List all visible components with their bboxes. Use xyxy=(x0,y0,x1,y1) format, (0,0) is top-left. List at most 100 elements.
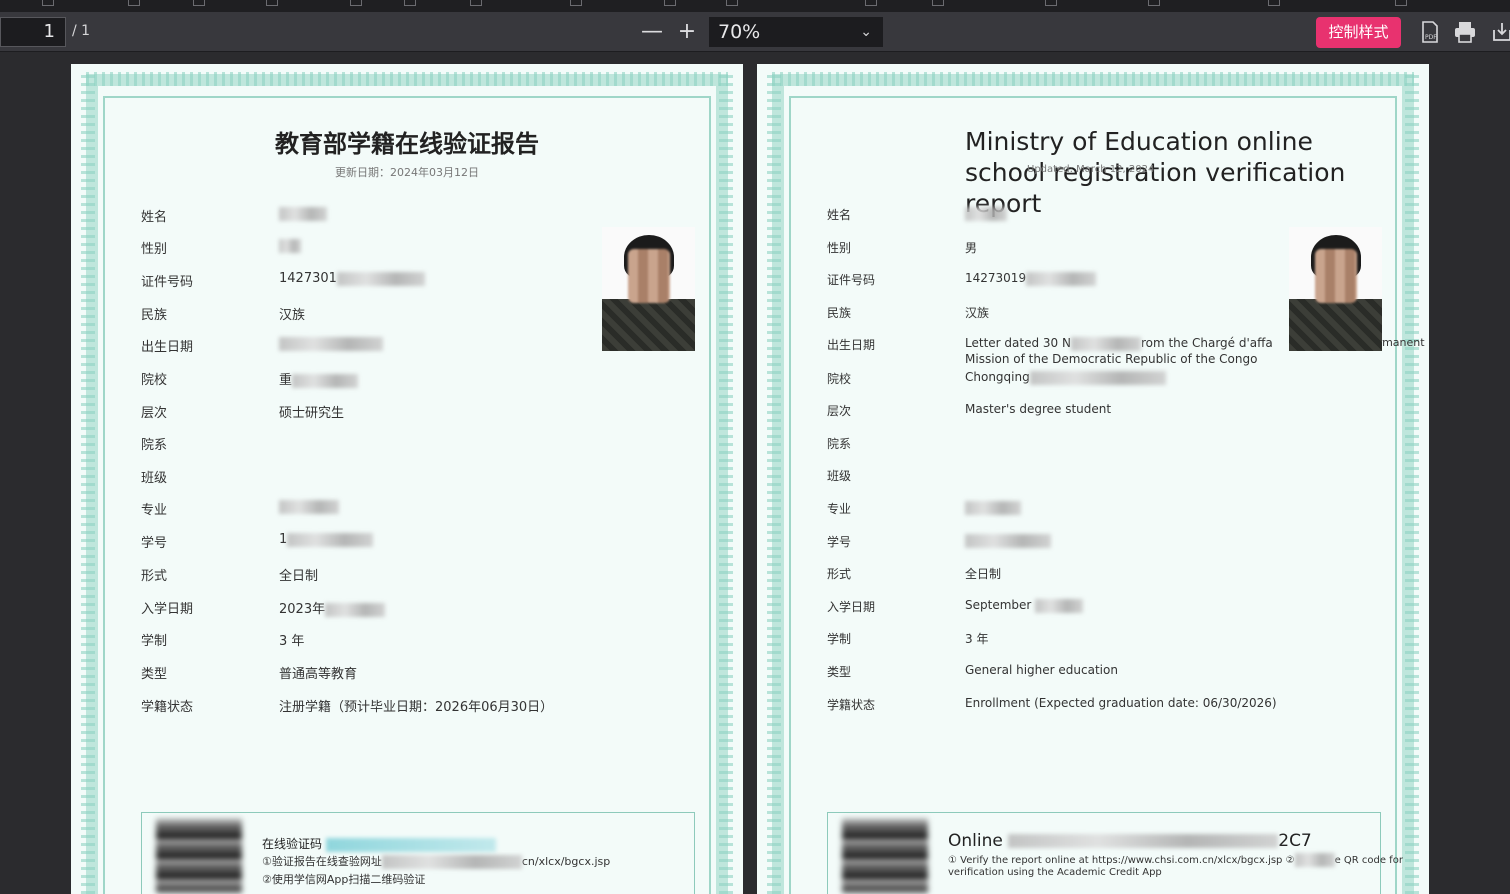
field-value: 2023年 xyxy=(279,598,386,617)
field-label: 入学日期 xyxy=(141,602,194,617)
field-value xyxy=(279,499,339,514)
print-icon[interactable] xyxy=(1453,20,1477,44)
download-icon[interactable] xyxy=(1490,20,1510,44)
field-row: 院系 xyxy=(827,435,1387,455)
field-value xyxy=(965,500,1021,515)
tab-stub[interactable] xyxy=(404,0,416,6)
field-value xyxy=(279,336,383,351)
field-row: 入学日期 2023年 xyxy=(141,598,701,618)
tab-stub[interactable] xyxy=(266,0,278,6)
svg-text:PDF: PDF xyxy=(1425,34,1437,41)
tab-stub[interactable] xyxy=(1395,0,1407,6)
tab-stub[interactable] xyxy=(193,0,205,6)
field-label: 形式 xyxy=(141,569,168,584)
tab-stub[interactable] xyxy=(865,0,877,6)
field-label: 学籍状态 xyxy=(141,700,194,715)
tab-stub[interactable] xyxy=(1045,0,1057,6)
field-value xyxy=(965,206,1007,221)
tab-stub[interactable] xyxy=(470,0,482,6)
field-value: 全日制 xyxy=(965,567,1002,581)
tab-stub[interactable] xyxy=(570,0,582,6)
field-value xyxy=(279,206,327,221)
zoom-out-button[interactable]: — xyxy=(638,18,666,46)
student-photo xyxy=(1289,227,1382,351)
field-row: 类型 普通高等教育 xyxy=(141,663,701,683)
field-row: 院校 Chongqing xyxy=(827,370,1387,390)
field-label: 姓名 xyxy=(827,208,852,222)
field-row: 学籍状态 Enrollment (Expected graduation date… xyxy=(827,696,1387,716)
field-value: Letter dated 30 N rom the Chargé d'affa xyxy=(965,336,1273,351)
field-label: 民族 xyxy=(141,308,168,323)
report-page-en: Ministry of Education online school regi… xyxy=(757,64,1429,894)
zoom-value: 70% xyxy=(718,21,761,43)
tab-stub[interactable] xyxy=(42,0,54,6)
page-number-input[interactable]: 1 xyxy=(0,17,66,47)
zoom-in-button[interactable]: + xyxy=(673,18,701,46)
tab-stub[interactable] xyxy=(1148,0,1160,6)
verify-url-line: ①验证报告在线查验网址 cn/xlcx/bgcx.jsp xyxy=(262,853,610,869)
field-value-text: 14273019 xyxy=(965,271,1027,285)
decorative-border xyxy=(767,74,781,894)
field-label: 班级 xyxy=(827,469,852,483)
control-style-button[interactable]: 控制样式 xyxy=(1316,17,1401,48)
verify-app-line: verification using the Academic Credit A… xyxy=(948,867,1162,878)
verification-footer: Online 2C7 ① Verify the report online at… xyxy=(827,812,1403,894)
decorative-border xyxy=(81,74,95,894)
verify-url-tail: e QR code for xyxy=(1334,855,1403,866)
field-row: 姓名 xyxy=(827,206,1387,226)
verify-url-text: ①验证报告在线查验网址 xyxy=(262,855,382,868)
field-label: 姓名 xyxy=(141,210,168,225)
field-row: 层次 硕士研究生 xyxy=(141,402,701,422)
field-value: 3 年 xyxy=(965,632,989,646)
pdf-toolbar: 1 / 1 — + 70% ⌄ 控制样式 PDF xyxy=(0,12,1510,52)
qr-code xyxy=(842,819,928,893)
updated-date: 更新日期：2024年03月12日 xyxy=(335,166,479,179)
field-label: 证件号码 xyxy=(827,273,876,287)
field-value: 汉族 xyxy=(279,308,306,323)
field-label: 院系 xyxy=(141,438,168,453)
tab-stub[interactable] xyxy=(664,0,676,6)
field-value: 硕士研究生 xyxy=(279,406,345,421)
tab-stub[interactable] xyxy=(932,0,944,6)
field-row: 形式 全日制 xyxy=(827,565,1387,585)
field-label: 层次 xyxy=(827,404,852,418)
tab-stub[interactable] xyxy=(128,0,140,6)
verification-code-label: Online xyxy=(948,831,1003,851)
verification-code: Online 2C7 xyxy=(948,831,1312,851)
tab-stub[interactable] xyxy=(1268,0,1280,6)
field-value-text: Letter dated 30 N xyxy=(965,336,1071,350)
pdf-icon[interactable]: PDF xyxy=(1418,20,1442,44)
field-label: 班级 xyxy=(141,471,168,486)
verify-url-text: ① Verify the report online at https://ww… xyxy=(948,855,1295,866)
zoom-select[interactable]: 70% ⌄ xyxy=(709,17,883,47)
field-value: 全日制 xyxy=(279,569,319,584)
field-row: 院系 xyxy=(141,434,701,454)
decorative-border xyxy=(772,72,1414,86)
field-row: 学制 3 年 xyxy=(141,630,701,650)
field-label: 专业 xyxy=(141,503,168,518)
field-value: General higher education xyxy=(965,663,1118,677)
field-label: 院校 xyxy=(141,373,168,388)
qr-code xyxy=(156,819,242,893)
field-value xyxy=(279,238,301,253)
report-title: 教育部学籍在线验证报告 xyxy=(275,130,539,158)
tab-stub[interactable] xyxy=(350,0,362,6)
field-label: 性别 xyxy=(827,241,852,255)
field-row: 专业 xyxy=(827,500,1387,520)
field-row: 学制 3 年 xyxy=(827,630,1387,650)
field-label: 学号 xyxy=(827,535,852,549)
field-value: 1 xyxy=(279,532,374,547)
field-value: 普通高等教育 xyxy=(279,667,358,682)
field-label: 学制 xyxy=(141,634,168,649)
field-value-text: 1427301 xyxy=(279,271,337,286)
field-label: 院系 xyxy=(827,437,852,451)
field-value: September xyxy=(965,598,1084,613)
field-label: 入学日期 xyxy=(827,600,876,614)
field-label: 形式 xyxy=(827,567,852,581)
chevron-down-icon: ⌄ xyxy=(860,24,872,40)
field-label: 性别 xyxy=(141,242,168,257)
field-label: 学籍状态 xyxy=(827,698,876,712)
tab-stub[interactable] xyxy=(726,0,738,6)
field-value xyxy=(965,533,1051,548)
field-label: 专业 xyxy=(827,502,852,516)
